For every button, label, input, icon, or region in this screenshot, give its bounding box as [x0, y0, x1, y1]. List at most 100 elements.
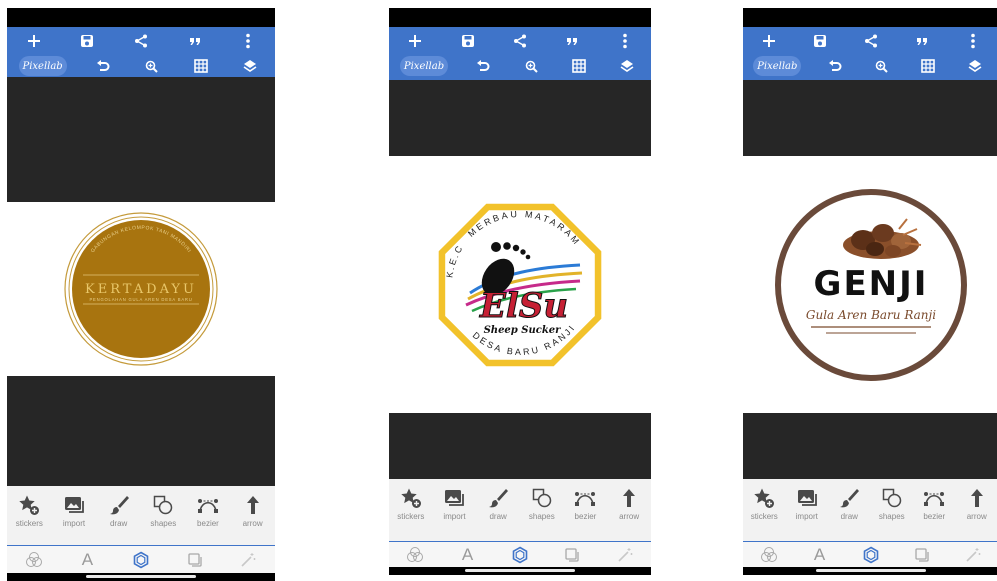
phone-screen-3: Pixellab GENJI Gula Aren Baru Ranji stic… [743, 8, 997, 575]
bottom-tool-panel: stickers import draw shapes bezier arrow A [389, 479, 651, 568]
save-icon[interactable] [807, 30, 833, 52]
tool-stickers[interactable]: stickers [9, 494, 49, 528]
quote-icon[interactable] [559, 30, 585, 52]
status-bar [7, 8, 275, 27]
home-indicator-bar [743, 567, 997, 575]
shape-tab-icon[interactable] [126, 550, 156, 570]
tool-label: import [795, 512, 818, 521]
tool-label: bezier [574, 512, 597, 521]
logo-artwork: GENJI Gula Aren Baru Ranji [774, 188, 967, 381]
tool-shapes[interactable]: shapes [522, 487, 562, 521]
tool-bezier[interactable]: bezier [914, 487, 954, 521]
share-icon[interactable] [507, 30, 533, 52]
tool-import[interactable]: import [787, 487, 827, 521]
grid-icon[interactable] [188, 55, 214, 77]
plus-icon[interactable] [21, 30, 47, 52]
undo-icon[interactable] [90, 55, 116, 77]
duplicate-icon[interactable] [907, 545, 937, 565]
shape-tab-icon[interactable] [505, 545, 535, 565]
tool-bezier[interactable]: bezier [188, 494, 228, 528]
tool-arrow[interactable]: arrow [609, 487, 649, 521]
tool-arrow[interactable]: arrow [233, 494, 273, 528]
logo-title: GENJI [813, 264, 928, 304]
editor-canvas[interactable]: GENJI Gula Aren Baru Ranji [743, 80, 997, 479]
layers-icon[interactable] [237, 55, 263, 77]
app-brand-logo[interactable]: Pixellab [753, 56, 802, 76]
app-toolbar: Pixellab [389, 27, 651, 80]
image-import-icon [445, 490, 465, 506]
duplicate-icon[interactable] [180, 550, 210, 570]
tool-draw[interactable]: draw [829, 487, 869, 521]
design-document[interactable]: GENJI Gula Aren Baru Ranji [743, 156, 997, 413]
plus-icon[interactable] [402, 30, 428, 52]
plus-icon[interactable] [756, 30, 782, 52]
toolbar-row-bottom: Pixellab [7, 54, 275, 78]
tool-draw[interactable]: draw [478, 487, 518, 521]
tool-draw[interactable]: draw [99, 494, 139, 528]
star-plus-icon [754, 488, 775, 508]
quote-icon[interactable] [182, 30, 208, 52]
magic-wand-icon[interactable] [610, 545, 640, 565]
app-brand-logo[interactable]: Pixellab [18, 56, 67, 76]
tool-shapes[interactable]: shapes [143, 494, 183, 528]
home-indicator[interactable] [815, 569, 926, 572]
editor-canvas[interactable]: MERBAU MATARAM K.E.C DESA BARU RANJI ElS… [389, 80, 651, 479]
editor-canvas[interactable]: GABUNGAN KELOMPOK TANI MANDIRI KERTADAYU… [7, 77, 275, 486]
text-A-icon[interactable]: A [72, 550, 102, 570]
undo-icon[interactable] [822, 55, 848, 77]
shapes-icon [154, 495, 173, 515]
blend-icon[interactable] [19, 550, 49, 570]
status-bar [743, 8, 997, 27]
tool-arrow[interactable]: arrow [957, 487, 997, 521]
bezier-icon [575, 492, 596, 506]
tool-label: stickers [15, 519, 43, 528]
tool-row: stickers import draw shapes bezier arrow [389, 487, 651, 535]
home-indicator[interactable] [465, 569, 575, 572]
more-vert-icon[interactable] [235, 30, 261, 52]
app-toolbar: Pixellab [7, 27, 275, 77]
layers-icon[interactable] [962, 55, 988, 77]
tool-label: arrow [966, 512, 987, 521]
tool-shapes[interactable]: shapes [872, 487, 912, 521]
magic-wand-icon[interactable] [958, 545, 988, 565]
text-A-icon[interactable]: A [453, 545, 483, 565]
app-toolbar: Pixellab [743, 27, 997, 80]
share-icon[interactable] [128, 30, 154, 52]
tool-bezier[interactable]: bezier [565, 487, 605, 521]
grid-icon[interactable] [566, 55, 592, 77]
save-icon[interactable] [74, 30, 100, 52]
duplicate-icon[interactable] [557, 545, 587, 565]
app-brand-logo[interactable]: Pixellab [400, 56, 448, 76]
design-document[interactable]: MERBAU MATARAM K.E.C DESA BARU RANJI ElS… [389, 156, 651, 413]
home-indicator[interactable] [86, 575, 196, 578]
tool-import[interactable]: import [54, 494, 94, 528]
tool-import[interactable]: import [434, 487, 474, 521]
save-icon[interactable] [455, 30, 481, 52]
text-A-icon[interactable]: A [805, 545, 835, 565]
layers-icon[interactable] [614, 55, 640, 77]
grid-icon[interactable] [915, 55, 941, 77]
design-document[interactable]: GABUNGAN KELOMPOK TANI MANDIRI KERTADAYU… [7, 202, 275, 376]
toolbar-row-top [7, 29, 275, 53]
logo-title: ElSu [479, 286, 568, 326]
undo-icon[interactable] [470, 55, 496, 77]
zoom-icon[interactable] [518, 55, 544, 77]
tool-stickers[interactable]: stickers [744, 487, 784, 521]
more-vert-icon[interactable] [612, 30, 638, 52]
blend-icon[interactable] [754, 545, 784, 565]
magic-wand-icon[interactable] [233, 550, 263, 570]
brush-icon [489, 489, 509, 508]
zoom-icon[interactable] [139, 55, 165, 77]
more-vert-icon[interactable] [960, 30, 986, 52]
toolbar-row-bottom: Pixellab [389, 54, 651, 78]
tool-label: shapes [878, 512, 905, 521]
bezier-icon [924, 492, 945, 506]
share-icon[interactable] [858, 30, 884, 52]
tool-label: stickers [750, 512, 778, 521]
tool-stickers[interactable]: stickers [391, 487, 431, 521]
zoom-icon[interactable] [868, 55, 894, 77]
bezier-icon [197, 499, 218, 513]
blend-icon[interactable] [400, 545, 430, 565]
quote-icon[interactable] [909, 30, 935, 52]
shape-tab-icon[interactable] [856, 545, 886, 565]
